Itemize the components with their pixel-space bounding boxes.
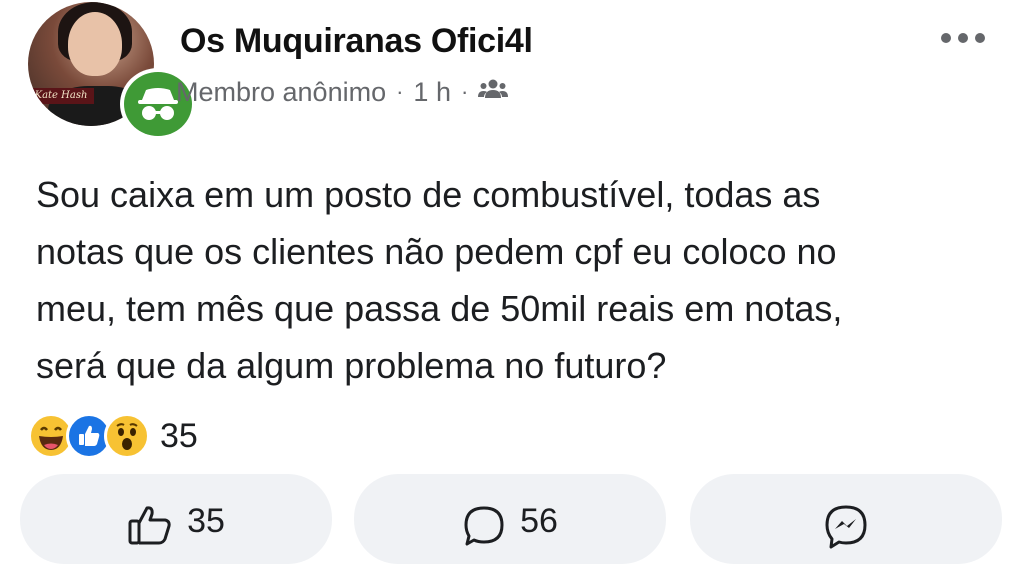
post-body-line: meu, tem mês que passa de 50mil reais em…: [36, 288, 843, 329]
meta-separator: ·: [396, 79, 404, 104]
like-button[interactable]: 35: [20, 474, 332, 564]
group-icon: [478, 77, 509, 108]
post-body-line: notas que os clientes não pedem cpf eu c…: [36, 231, 837, 272]
like-icon: [127, 502, 173, 555]
like-count: 35: [187, 502, 225, 540]
reactions-summary[interactable]: 35: [28, 413, 198, 459]
meta-separator: ·: [460, 79, 469, 104]
post-body-line: será que da algum problema no futuro?: [36, 345, 667, 386]
comment-button[interactable]: 56: [354, 474, 666, 564]
post-meta: Membro anônimo · 1 h ·: [176, 74, 509, 110]
post-timestamp[interactable]: 1 h: [413, 77, 451, 108]
group-name-link[interactable]: Os Muquiranas Ofici4l: [180, 22, 533, 61]
post-body: Sou caixa em um posto de combustível, to…: [36, 166, 986, 394]
avatar-face: [68, 12, 122, 76]
avatar-logo: Kate Hash: [28, 88, 94, 104]
comment-icon: [462, 502, 506, 557]
more-options-icon[interactable]: [938, 28, 988, 48]
messenger-share-button[interactable]: [690, 474, 1002, 564]
author-name[interactable]: Membro anônimo: [176, 77, 386, 108]
post-body-line: Sou caixa em um posto de combustível, to…: [36, 174, 821, 215]
reaction-count: 35: [160, 416, 198, 455]
messenger-icon: [823, 502, 869, 559]
post-avatar[interactable]: Kate Hash: [28, 2, 196, 140]
wow-reaction-icon: [104, 413, 150, 459]
comment-count: 56: [520, 502, 558, 540]
